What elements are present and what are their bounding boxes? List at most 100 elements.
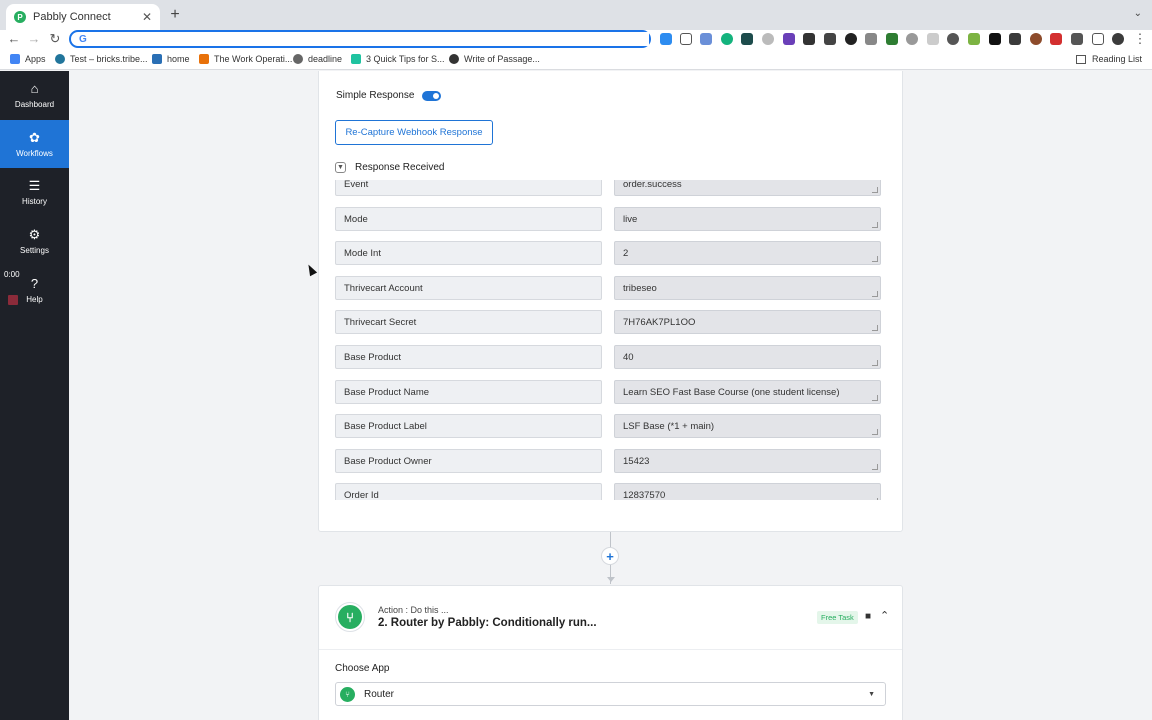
field-value[interactable]: 40	[614, 345, 881, 369]
bookmark-icon	[293, 54, 303, 64]
bookmark-item[interactable]: The Work Operati...	[199, 54, 292, 64]
browser-tab-bar: P Pabbly Connect ✕ + ⌄	[0, 0, 1152, 30]
tab-title: Pabbly Connect	[33, 11, 111, 23]
reload-icon[interactable]: ↻	[47, 31, 63, 47]
forward-icon[interactable]: →	[26, 31, 42, 46]
extension-icon[interactable]	[660, 33, 672, 45]
extension-icon[interactable]	[1009, 33, 1021, 45]
record-stop-icon[interactable]	[8, 295, 18, 305]
add-step-button[interactable]: +	[601, 547, 619, 565]
extension-icon[interactable]	[989, 33, 1001, 45]
chevron-down-icon[interactable]: ▼	[335, 162, 346, 173]
extension-icon[interactable]	[783, 33, 795, 45]
gear-icon: ⚙	[28, 226, 41, 242]
field-value[interactable]: LSF Base (*1 + main)	[614, 414, 881, 438]
bookmark-item[interactable]: Test – bricks.tribe...	[55, 54, 148, 64]
field-value[interactable]: Learn SEO Fast Base Course (one student …	[614, 380, 881, 404]
bookmark-apps[interactable]: Apps	[10, 54, 46, 64]
tab-search-icon[interactable]: ⌄	[1134, 8, 1142, 19]
sidebar-item-label: Dashboard	[14, 99, 55, 109]
sidebar-item-workflows[interactable]: ✿ Workflows	[0, 120, 69, 168]
field-value[interactable]: 2	[614, 241, 881, 265]
reading-list-button[interactable]: Reading List	[1075, 54, 1142, 64]
field-key: Order Id	[335, 483, 602, 500]
apps-grid-icon	[10, 54, 20, 64]
field-value[interactable]: 15423	[614, 449, 881, 473]
bookmark-item[interactable]: Write of Passage...	[449, 54, 540, 64]
close-tab-icon[interactable]: ✕	[142, 10, 152, 24]
extension-icon[interactable]	[906, 33, 918, 45]
selected-app-value: Router	[364, 688, 395, 700]
extension-icon[interactable]	[762, 33, 774, 45]
globe-icon	[449, 54, 459, 64]
sidebar-item-settings[interactable]: ⚙ Settings	[0, 217, 69, 265]
sidebar-item-label: Settings	[20, 245, 49, 255]
workflows-icon: ✿	[29, 129, 40, 145]
response-received-header[interactable]: ▼ Response Received	[335, 162, 445, 173]
router-icon: ⑂	[340, 686, 355, 702]
more-icon[interactable]: ⋮	[1132, 31, 1148, 47]
workflow-canvas: Simple Response Re-Capture Webhook Respo…	[69, 71, 1152, 720]
step-title[interactable]: 2. Router by Pabbly: Conditionally run..…	[378, 617, 597, 629]
field-key: Thrivecart Account	[335, 276, 602, 300]
extension-icon[interactable]	[1030, 33, 1042, 45]
response-fields-list: Event order.success Mode live Mode Int 2…	[335, 180, 882, 500]
browser-tab[interactable]: P Pabbly Connect ✕	[6, 4, 160, 30]
simple-response-row: Simple Response	[336, 90, 442, 101]
sidebar-item-label: Help	[26, 294, 43, 304]
profile-avatar[interactable]	[1112, 33, 1124, 45]
simple-response-toggle[interactable]	[422, 90, 442, 101]
pabbly-favicon-icon: P	[14, 11, 26, 23]
field-value[interactable]: 7H76AK7PL1OO	[614, 310, 881, 334]
sidebar-item-history[interactable]: ☰ History	[0, 168, 69, 216]
drive-icon[interactable]	[680, 33, 692, 45]
field-value[interactable]: live	[614, 207, 881, 231]
choose-app-select[interactable]: ⑂ Router ▼	[335, 682, 886, 706]
download-icon[interactable]	[845, 33, 857, 45]
bookmark-item[interactable]: 3 Quick Tips for S...	[351, 54, 445, 64]
bookmarks-bar: Apps Test – bricks.tribe... home The Wor…	[0, 50, 1152, 70]
field-key: Event	[335, 180, 602, 196]
router-app-icon: ⑂	[335, 602, 365, 632]
new-tab-button[interactable]: +	[167, 6, 183, 24]
extension-icon[interactable]	[824, 33, 836, 45]
sidebar-item-label: Workflows	[16, 148, 53, 158]
extension-icon[interactable]	[1050, 33, 1062, 45]
extension-icon[interactable]	[968, 33, 980, 45]
extension-icon[interactable]	[927, 33, 939, 45]
field-value[interactable]: tribeseo	[614, 276, 881, 300]
sidebar-item-dashboard[interactable]: ⌂ Dashboard	[0, 71, 69, 119]
grammarly-icon[interactable]	[721, 33, 733, 45]
camera-icon[interactable]	[865, 33, 877, 45]
bookmark-icon	[351, 54, 361, 64]
extension-icon[interactable]	[886, 33, 898, 45]
field-key: Base Product Owner	[335, 449, 602, 473]
response-received-label: Response Received	[355, 162, 445, 173]
drive-icon	[152, 54, 162, 64]
bookmark-item[interactable]: home	[152, 54, 190, 64]
extension-icon[interactable]	[947, 33, 959, 45]
free-task-badge: Free Task	[817, 611, 858, 624]
extension-icon[interactable]	[700, 33, 712, 45]
extension-icon[interactable]	[741, 33, 753, 45]
address-input[interactable]	[92, 32, 649, 46]
help-icon: ?	[30, 275, 39, 291]
google-icon: G	[79, 33, 87, 45]
history-icon: ☰	[28, 177, 41, 193]
home-icon: ⌂	[30, 80, 39, 96]
field-key: Thrivecart Secret	[335, 310, 602, 334]
field-value[interactable]: order.success	[614, 180, 881, 196]
back-icon[interactable]: ←	[6, 31, 22, 46]
response-row: Base Product Label LSF Base (*1 + main)	[335, 414, 882, 438]
field-value[interactable]: 12837570	[614, 483, 881, 500]
simple-response-label: Simple Response	[336, 90, 415, 101]
recapture-webhook-button[interactable]: Re-Capture Webhook Response	[335, 120, 493, 145]
extension-icon[interactable]	[803, 33, 815, 45]
address-bar[interactable]: G	[69, 30, 651, 48]
bookmark-item[interactable]: deadline	[293, 54, 342, 64]
video-icon[interactable]: ■	[865, 611, 871, 622]
collapse-caret-icon[interactable]: ⌃	[880, 609, 889, 622]
cast-icon[interactable]	[1092, 33, 1104, 45]
field-key: Base Product Label	[335, 414, 602, 438]
puzzle-icon[interactable]	[1071, 33, 1083, 45]
